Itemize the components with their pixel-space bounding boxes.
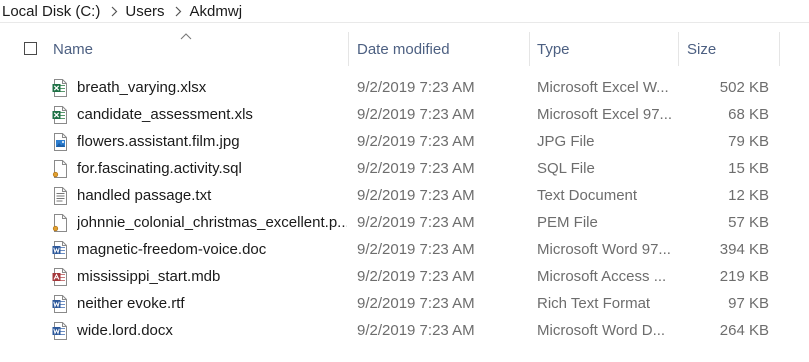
breadcrumb: Local Disk (C:) Users Akdmwj: [0, 0, 809, 22]
file-date-modified: 9/2/2019 7:23 AM: [357, 187, 475, 204]
column-header-name-label: Name: [53, 40, 94, 58]
file-list: breath_varying.xlsx 9/2/2019 7:23 AM Micro…: [0, 74, 809, 344]
file-icon-cell: [51, 101, 69, 128]
column-divider[interactable]: [779, 32, 780, 66]
file-icon-cell: [51, 263, 69, 290]
file-row[interactable]: wide.lord.docx 9/2/2019 7:23 AM Microsoft …: [0, 317, 809, 344]
file-name[interactable]: flowers.assistant.film.jpg: [77, 128, 347, 155]
column-header-row: Name Date modified Type Size: [0, 30, 809, 68]
file-name[interactable]: mississippi_start.mdb: [77, 263, 347, 290]
file-size: 79 KB: [728, 133, 769, 150]
file-row[interactable]: flowers.assistant.film.jpg 9/2/2019 7:23 …: [0, 128, 809, 155]
file-row[interactable]: mississippi_start.mdb 9/2/2019 7:23 AM Mic…: [0, 263, 809, 290]
file-name[interactable]: johnnie_colonial_christmas_excellent.p..…: [77, 209, 347, 236]
column-divider[interactable]: [529, 32, 530, 66]
breadcrumb-item-akdmwj[interactable]: Akdmwj: [188, 3, 248, 20]
column-header-type[interactable]: Type: [537, 30, 672, 68]
file-icon-cell: [51, 74, 69, 101]
file-type: Rich Text Format: [537, 295, 651, 312]
file-type: Microsoft Excel 97...: [537, 106, 672, 123]
file-row[interactable]: johnnie_colonial_christmas_excellent.p..…: [0, 209, 809, 236]
file-name[interactable]: wide.lord.docx: [77, 317, 347, 344]
file-type: Microsoft Access ...: [537, 268, 667, 285]
column-divider[interactable]: [348, 32, 349, 66]
file-size: 68 KB: [728, 106, 769, 123]
file-icon-cell: [51, 182, 69, 209]
file-type: JPG File: [537, 133, 595, 150]
breadcrumb-item-local-disk[interactable]: Local Disk (C:): [0, 3, 105, 20]
file-name[interactable]: magnetic-freedom-voice.doc: [77, 236, 347, 263]
file-icon-cell: [51, 290, 69, 317]
generic-file-icon: [52, 159, 68, 178]
file-size: 219 KB: [719, 268, 769, 285]
file-name[interactable]: candidate_assessment.xls: [77, 101, 347, 128]
text-file-icon: [52, 186, 68, 205]
excel-file-icon: [52, 105, 68, 124]
file-icon-cell: [51, 236, 69, 263]
file-size: 264 KB: [719, 322, 769, 339]
word-file-icon: [52, 321, 68, 340]
column-header-size-label: Size: [687, 40, 717, 58]
column-header-size[interactable]: Size: [687, 30, 777, 68]
file-size: 57 KB: [728, 214, 769, 231]
file-row[interactable]: magnetic-freedom-voice.doc 9/2/2019 7:23 …: [0, 236, 809, 263]
file-date-modified: 9/2/2019 7:23 AM: [357, 322, 475, 339]
word-file-icon: [52, 294, 68, 313]
file-type: SQL File: [537, 160, 595, 177]
excel-file-icon: [52, 78, 68, 97]
file-type: Microsoft Word D...: [537, 322, 666, 339]
file-date-modified: 9/2/2019 7:23 AM: [357, 106, 475, 123]
file-size: 97 KB: [728, 295, 769, 312]
file-name[interactable]: handled passage.txt: [77, 182, 347, 209]
column-header-date-label: Date modified: [357, 40, 450, 58]
breadcrumb-item-users[interactable]: Users: [123, 3, 169, 20]
access-file-icon: [52, 267, 68, 286]
file-name[interactable]: for.fascinating.activity.sql: [77, 155, 347, 182]
file-type: Text Document: [537, 187, 638, 204]
file-date-modified: 9/2/2019 7:23 AM: [357, 268, 475, 285]
file-type: Microsoft Excel W...: [537, 79, 669, 96]
file-date-modified: 9/2/2019 7:23 AM: [357, 133, 475, 150]
file-type: Microsoft Word 97...: [537, 241, 671, 258]
file-date-modified: 9/2/2019 7:23 AM: [357, 214, 475, 231]
chevron-right-icon[interactable]: [105, 3, 123, 20]
file-type: PEM File: [537, 214, 598, 231]
file-date-modified: 9/2/2019 7:23 AM: [357, 79, 475, 96]
file-icon-cell: [51, 209, 69, 236]
file-size: 12 KB: [728, 187, 769, 204]
word-file-icon: [52, 240, 68, 259]
image-file-icon: [52, 132, 68, 151]
file-date-modified: 9/2/2019 7:23 AM: [357, 160, 475, 177]
file-date-modified: 9/2/2019 7:23 AM: [357, 241, 475, 258]
file-name[interactable]: neither evoke.rtf: [77, 290, 347, 317]
column-divider[interactable]: [678, 32, 679, 66]
file-row[interactable]: neither evoke.rtf 9/2/2019 7:23 AM Rich Te…: [0, 290, 809, 317]
chevron-right-icon[interactable]: [170, 3, 188, 20]
file-row[interactable]: breath_varying.xlsx 9/2/2019 7:23 AM Micro…: [0, 74, 809, 101]
column-header-name[interactable]: Name: [53, 30, 346, 68]
file-icon-cell: [51, 317, 69, 344]
file-date-modified: 9/2/2019 7:23 AM: [357, 295, 475, 312]
file-icon-cell: [51, 128, 69, 155]
divider: [0, 22, 809, 23]
file-icon-cell: [51, 155, 69, 182]
file-size: 394 KB: [719, 241, 769, 258]
file-row[interactable]: handled passage.txt 9/2/2019 7:23 AM Text …: [0, 182, 809, 209]
generic-file-icon: [52, 213, 68, 232]
file-name[interactable]: breath_varying.xlsx: [77, 74, 347, 101]
column-header-date-modified[interactable]: Date modified: [357, 30, 527, 68]
select-all-checkbox[interactable]: [24, 42, 37, 55]
file-row[interactable]: for.fascinating.activity.sql 9/2/2019 7:2…: [0, 155, 809, 182]
file-size: 15 KB: [728, 160, 769, 177]
column-header-type-label: Type: [537, 40, 570, 58]
file-size: 502 KB: [719, 79, 769, 96]
file-row[interactable]: candidate_assessment.xls 9/2/2019 7:23 AM…: [0, 101, 809, 128]
